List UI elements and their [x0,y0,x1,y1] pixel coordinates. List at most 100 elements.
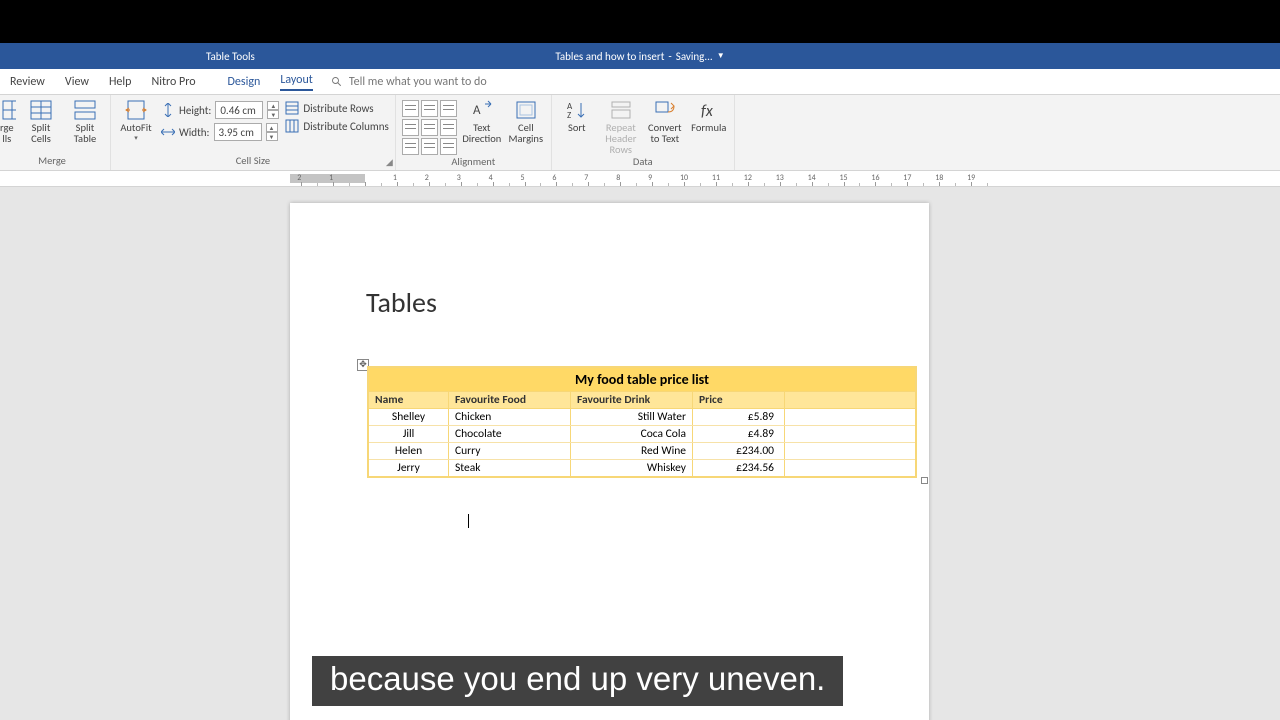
group-label-cellsize: Cell Size [117,154,389,170]
cell-empty[interactable] [785,426,915,442]
align-bot-left[interactable] [402,138,419,155]
autofit-icon [124,99,148,121]
document-canvas[interactable]: 2112345678910111213141516171819 Tables ✥… [0,171,1280,720]
align-mid-center[interactable] [421,119,438,136]
split-table-button[interactable]: Split Table [66,97,104,144]
cell-drink[interactable]: Red Wine [571,443,693,459]
cell-margins-icon [514,99,538,121]
cell-price[interactable]: £234.56 [693,460,785,476]
tab-layout[interactable]: Layout [270,69,323,94]
sort-icon: AZ [565,99,589,121]
cell-margins-button[interactable]: Cell Margins [507,97,545,144]
tab-view[interactable]: View [55,69,99,94]
distribute-rows-icon [285,101,299,115]
align-mid-right[interactable] [440,119,457,136]
alignment-grid [402,97,457,155]
ribbon: rge lls Split Cells Split Table Merge [0,95,1280,171]
cell-drink[interactable]: Coca Cola [571,426,693,442]
tab-review[interactable]: Review [0,69,55,94]
header-drink[interactable]: Favourite Drink [571,392,693,408]
svg-text:fx: fx [701,102,714,120]
document-name: Tables and how to insert [555,50,664,63]
text-direction-button[interactable]: A Text Direction [463,97,501,144]
cell-name[interactable]: Jerry [369,460,449,476]
ribbon-tabs: Review View Help Nitro Pro Design Layout… [0,69,1280,95]
width-spinner[interactable]: ▲▼ [266,123,278,141]
align-top-center[interactable] [421,100,438,117]
cell-name[interactable]: Jill [369,426,449,442]
formula-icon: fx [697,99,721,121]
header-name[interactable]: Name [369,392,449,408]
title-dropdown-icon[interactable]: ▼ [717,51,725,61]
repeat-header-rows-button: Repeat Header Rows [602,97,640,155]
table-title-cell[interactable]: My food table price list [369,368,915,392]
text-direction-icon: A [470,99,494,121]
table-row[interactable]: HelenCurryRed Wine£234.00 [369,443,915,460]
video-caption: because you end up very uneven. [312,656,843,706]
search-icon [331,76,343,88]
group-label-data: Data [558,155,728,170]
align-top-left[interactable] [402,100,419,117]
cell-name[interactable]: Shelley [369,409,449,425]
contextual-tab-table-tools[interactable]: Table Tools [192,43,269,69]
cell-price[interactable]: £4.89 [693,426,785,442]
horizontal-ruler[interactable]: 2112345678910111213141516171819 [0,171,1280,187]
align-top-right[interactable] [440,100,457,117]
save-status: Saving... [676,50,713,63]
table-row[interactable]: JerrySteakWhiskey£234.56 [369,460,915,476]
height-input[interactable]: 0.46 cm [215,101,263,119]
height-label: Height: [179,104,211,117]
table-resize-handle[interactable] [921,477,928,484]
merge-cells-icon [0,99,16,121]
row-height-icon [161,103,175,117]
sort-button[interactable]: AZ Sort [558,97,596,133]
tab-help[interactable]: Help [99,69,142,94]
cell-drink[interactable]: Whiskey [571,460,693,476]
header-food[interactable]: Favourite Food [449,392,571,408]
table-row[interactable]: JillChocolateCoca Cola£4.89 [369,426,915,443]
align-bot-right[interactable] [440,138,457,155]
cell-price[interactable]: £5.89 [693,409,785,425]
tab-design[interactable]: Design [218,69,271,94]
distribute-columns-button[interactable]: Distribute Columns [285,119,388,133]
table-header-row[interactable]: Name Favourite Food Favourite Drink Pric… [369,392,915,409]
cell-price[interactable]: £234.00 [693,443,785,459]
table-row[interactable]: ShelleyChickenStill Water£5.89 [369,409,915,426]
cell-food[interactable]: Chocolate [449,426,571,442]
formula-button[interactable]: fx Formula [690,97,728,133]
convert-to-text-icon [653,99,677,121]
group-label-alignment: Alignment [402,155,545,170]
distribute-columns-icon [285,119,299,133]
cellsize-dialog-launcher[interactable]: ◢ [386,157,393,168]
cell-empty[interactable] [785,443,915,459]
repeat-header-icon [609,99,633,121]
cell-food[interactable]: Chicken [449,409,571,425]
width-input[interactable]: 3.95 cm [214,123,262,141]
header-price[interactable]: Price [693,392,785,408]
price-table[interactable]: My food table price list Name Favourite … [367,366,917,478]
split-cells-button[interactable]: Split Cells [22,97,60,144]
convert-to-text-button[interactable]: Convert to Text [646,97,684,144]
split-cells-icon [29,99,53,121]
header-empty[interactable] [785,392,915,408]
cell-food[interactable]: Steak [449,460,571,476]
cell-food[interactable]: Curry [449,443,571,459]
title-bar: Table Tools Tables and how to insert - S… [0,43,1280,69]
document-heading[interactable]: Tables [366,285,437,320]
group-label-merge: Merge [0,154,104,170]
height-spinner[interactable]: ▲▼ [267,101,279,119]
cell-name[interactable]: Helen [369,443,449,459]
text-cursor [468,514,469,528]
page[interactable]: Tables ✥ My food table price list Name F… [290,203,929,720]
autofit-button[interactable]: AutoFit ▾ [117,97,155,142]
cell-empty[interactable] [785,460,915,476]
align-mid-left[interactable] [402,119,419,136]
merge-cells-button[interactable]: rge lls [0,97,16,144]
align-bot-center[interactable] [421,138,438,155]
cell-drink[interactable]: Still Water [571,409,693,425]
tell-me-search[interactable]: Tell me what you want to do [331,69,487,94]
distribute-rows-button[interactable]: Distribute Rows [285,101,388,115]
cell-empty[interactable] [785,409,915,425]
tab-nitro-pro[interactable]: Nitro Pro [141,69,205,94]
split-table-icon [73,99,97,121]
